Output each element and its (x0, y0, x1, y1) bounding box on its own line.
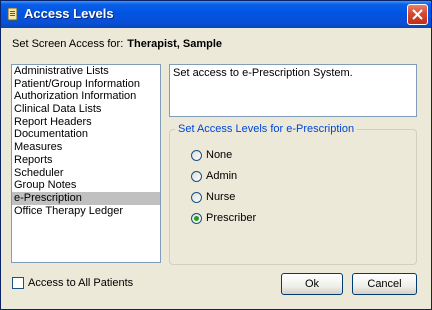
radio-none[interactable]: None (191, 148, 232, 162)
screen-list[interactable]: Administrative Lists Patient/Group Inform… (11, 64, 161, 263)
close-icon (412, 9, 423, 20)
list-item[interactable]: Documentation (12, 128, 160, 141)
list-item[interactable]: Measures (12, 141, 160, 154)
screen-access-header: Set Screen Access for: Therapist, Sample (12, 38, 222, 50)
list-item[interactable]: Patient/Group Information (12, 78, 160, 91)
radio-label: Prescriber (206, 212, 257, 224)
radio-button[interactable] (191, 149, 202, 161)
description-box: Set access to e-Prescription System. (169, 64, 417, 117)
list-item[interactable]: Report Headers (12, 116, 160, 129)
all-patients-label[interactable]: Access to All Patients (28, 277, 133, 289)
screen-access-label: Set Screen Access for: (12, 38, 124, 50)
list-item[interactable]: Administrative Lists (12, 65, 160, 78)
list-item[interactable]: Reports (12, 154, 160, 167)
radio-button[interactable] (191, 212, 202, 224)
list-item[interactable]: Authorization Information (12, 90, 160, 103)
cancel-button[interactable]: Cancel (352, 273, 417, 295)
list-item[interactable]: Group Notes (12, 179, 160, 192)
radio-label: Nurse (206, 191, 236, 203)
app-icon (7, 7, 18, 21)
radio-label: None (206, 149, 233, 161)
radio-button[interactable] (191, 191, 202, 203)
list-item[interactable]: Office Therapy Ledger (12, 205, 160, 218)
ok-button[interactable]: Ok (281, 273, 343, 295)
radio-prescriber[interactable]: Prescriber (191, 211, 256, 225)
radio-nurse[interactable]: Nurse (191, 190, 235, 204)
list-item[interactable]: Scheduler (12, 167, 160, 180)
title-bar[interactable]: Access Levels (1, 1, 431, 28)
all-patients-checkbox[interactable] (12, 277, 24, 289)
window-title: Access Levels (24, 6, 114, 21)
user-name: Therapist, Sample (127, 38, 223, 50)
list-item[interactable]: Clinical Data Lists (12, 103, 160, 116)
radio-label: Admin (206, 170, 238, 182)
radio-admin[interactable]: Admin (191, 169, 237, 183)
close-button[interactable] (407, 4, 428, 25)
radio-button[interactable] (191, 170, 202, 182)
access-levels-dialog: Access Levels Set Screen Access for: Ther… (0, 0, 432, 310)
list-item[interactable]: e-Prescription (12, 191, 160, 205)
access-level-legend: Set Access Levels for e-Prescription (175, 123, 358, 135)
